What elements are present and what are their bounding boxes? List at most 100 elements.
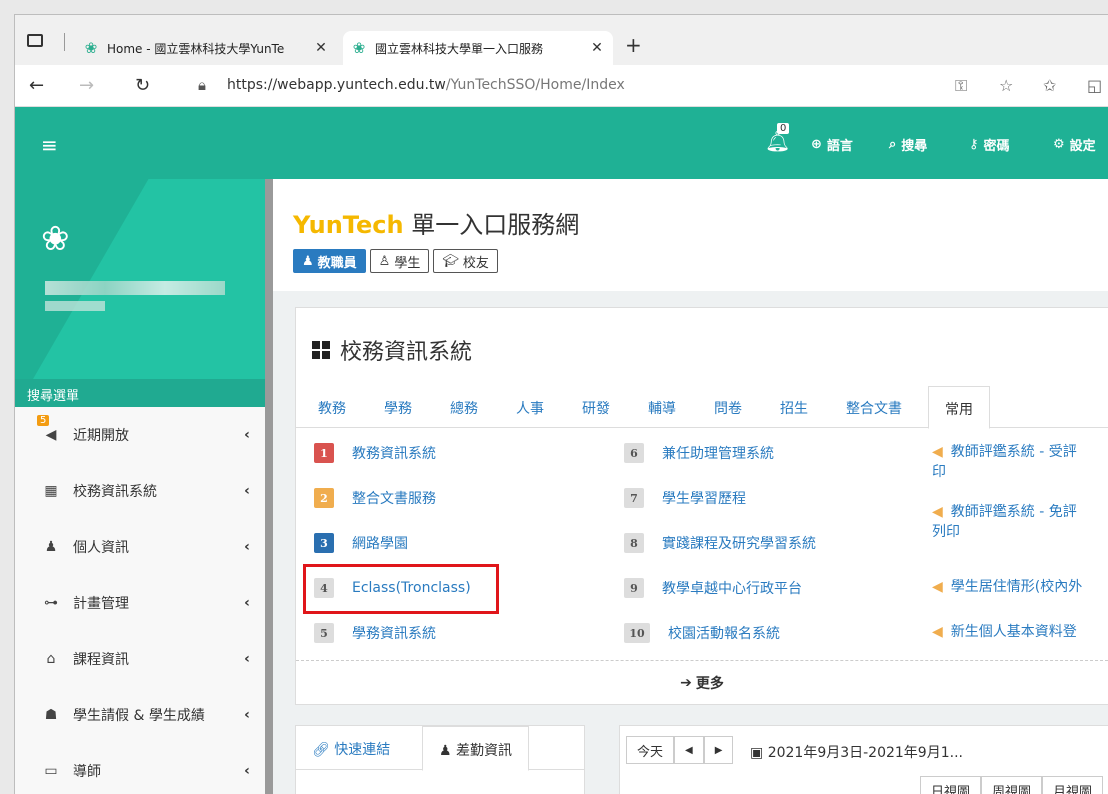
list-item[interactable]: 9 教學卓越中心行政平台	[624, 577, 802, 599]
system-link[interactable]: 學生學習歷程	[662, 488, 746, 508]
list-item[interactable]: 5 學務資訊系統	[314, 622, 436, 644]
refresh-icon[interactable]: ↻	[135, 75, 150, 96]
link-icon: 🔗︎	[312, 742, 335, 758]
windows-icon	[312, 341, 330, 359]
sidebar-item-campus-system[interactable]: ▦ 校務資訊系統 ‹	[15, 463, 265, 519]
month-view-button[interactable]: 月視圖	[1042, 776, 1104, 794]
tab-attendance[interactable]: ♟ 差勤資訊	[422, 726, 530, 771]
sidebar-item-projects[interactable]: ⊶ 計畫管理 ‹	[15, 575, 265, 631]
system-link[interactable]: 兼任助理管理系統	[662, 443, 774, 463]
chevron-left-icon: ‹	[244, 763, 250, 779]
sidebar-item-recent[interactable]: ◀ 5 近期開放 ‹	[15, 407, 265, 463]
notification-count: 0	[777, 123, 790, 134]
new-tab-icon[interactable]: +	[625, 33, 642, 57]
close-tab-icon[interactable]: ✕	[589, 40, 605, 56]
system-link[interactable]: 學務資訊系統	[352, 623, 436, 643]
role-switcher: ♟ 教職員 ♙ 學生 🎓︎ 校友	[293, 249, 498, 273]
menu-title[interactable]: 搜尋選單	[15, 379, 265, 407]
prev-button[interactable]: ◀	[674, 736, 704, 764]
yuntech-favicon-icon: ❀	[352, 39, 366, 57]
url-field[interactable]: https://webapp.yuntech.edu.tw/YunTechSSO…	[227, 77, 625, 93]
list-item[interactable]: 7 學生學習歷程	[624, 487, 746, 509]
windows-icon: ▦	[44, 483, 58, 499]
search-button[interactable]: ⌕ 搜尋	[889, 135, 927, 154]
more-label: 更多	[695, 675, 724, 692]
sidebar-item-personal[interactable]: ♟ 個人資訊 ‹	[15, 519, 265, 575]
list-item[interactable]: 2 整合文書服務	[314, 487, 436, 509]
user-profile: ❀	[15, 179, 265, 379]
browser-tab-sso[interactable]: ❀ 國立雲林科技大學單一入口服務 ✕	[343, 31, 613, 65]
chalkboard-icon: ▭	[44, 763, 58, 779]
browser-tab-home[interactable]: ❀ Home - 國立雲林科技大學YunTe ✕	[75, 31, 337, 65]
user-id-redacted	[45, 301, 105, 311]
user-icon: ♟	[302, 253, 314, 269]
menu-icon[interactable]: ≡	[41, 133, 58, 157]
password-button[interactable]: ⚷ 密碼	[969, 135, 1010, 154]
more-button[interactable]: ➔ 更多	[296, 660, 1108, 704]
role-label: 教職員	[317, 255, 357, 271]
item-number: 9	[624, 578, 644, 598]
sidebar-item-leave-grades[interactable]: ☗ 學生請假 & 學生成績 ‹	[15, 687, 265, 743]
forward-icon[interactable]: →	[79, 75, 94, 96]
tab-general-affairs[interactable]: 總務	[450, 398, 478, 418]
system-link[interactable]: 實踐課程及研究學習系統	[662, 533, 816, 553]
list-item[interactable]: 10 校園活動報名系統	[624, 622, 780, 644]
key-icon[interactable]: ⚿	[955, 76, 967, 96]
system-link[interactable]: 教務資訊系統	[352, 443, 436, 463]
tab-actions-icon[interactable]	[27, 34, 43, 47]
tab-survey[interactable]: 問卷	[714, 398, 742, 418]
tab-student-affairs[interactable]: 學務	[384, 398, 412, 418]
language-button[interactable]: ⊕ 語言	[811, 135, 853, 154]
tab-academic[interactable]: 教務	[318, 398, 346, 418]
close-tab-icon[interactable]: ✕	[313, 40, 329, 56]
back-icon[interactable]: ←	[29, 75, 44, 96]
add-favorite-icon[interactable]: ☆	[999, 76, 1013, 95]
app-root: ≡ 🔔︎ 0 ⊕ 語言 ⌕ 搜尋 ⚷ 密碼 ⚙ 設定 ❀ 搜尋選單 ◀ 5 近期開放 ‹ ▦…	[15, 107, 1108, 794]
favorites-icon[interactable]: ✩	[1043, 76, 1056, 95]
system-link[interactable]: 網路學園	[352, 533, 408, 553]
quick-links-tabs: 🔗︎ 快速連結 ♟ 差勤資訊	[296, 726, 584, 771]
tab-counseling[interactable]: 輔導	[648, 398, 676, 418]
announcement-link[interactable]: ◀ 學生居住情形(校內外	[932, 577, 1082, 597]
announcement-text: 印	[932, 464, 946, 480]
user-clock-icon: ♟	[439, 743, 457, 759]
next-button[interactable]: ▶	[703, 736, 734, 764]
system-link[interactable]: 整合文書服務	[352, 488, 436, 508]
settings-button[interactable]: ⚙ 設定	[1053, 135, 1096, 154]
page-title: YunTech 單一入口服務網	[293, 205, 579, 240]
sidebar-item-mentor[interactable]: ▭ 導師 ‹	[15, 743, 265, 794]
page-header: YunTech 單一入口服務網 ♟ 教職員 ♙ 學生 🎓︎ 校友	[273, 179, 1108, 291]
list-item[interactable]: 6 兼任助理管理系統	[624, 442, 774, 464]
system-link[interactable]: 校園活動報名系統	[668, 623, 780, 643]
tab-quick-links[interactable]: 🔗︎ 快速連結	[312, 739, 390, 759]
sidebar-item-label: 課程資訊	[73, 652, 129, 668]
lock-icon[interactable]: 🔒︎	[198, 76, 206, 94]
user-icon: ♟	[44, 539, 58, 555]
announcement-link[interactable]: ◀ 教師評鑑系統 - 免評 列印	[932, 502, 1077, 542]
highlight-box	[303, 564, 499, 614]
system-link[interactable]: 教學卓越中心行政平台	[662, 578, 802, 598]
role-student-button[interactable]: ♙ 學生	[369, 249, 430, 273]
chevron-left-icon: ‹	[244, 483, 250, 499]
panel-title: 校務資訊系統	[312, 334, 472, 366]
announcement-link[interactable]: ◀ 新生個人基本資料登	[932, 622, 1077, 642]
tab-personnel[interactable]: 人事	[516, 398, 544, 418]
tab-admissions[interactable]: 招生	[780, 398, 808, 418]
role-alumni-button[interactable]: 🎓︎ 校友	[433, 249, 498, 273]
week-view-button[interactable]: 周視圖	[981, 776, 1043, 794]
list-item[interactable]: 8 實踐課程及研究學習系統	[624, 532, 816, 554]
today-button[interactable]: 今天	[626, 736, 675, 764]
collections-icon[interactable]: ◱	[1087, 76, 1102, 95]
day-view-button[interactable]: 日視圖	[920, 776, 982, 794]
list-item[interactable]: 1 教務資訊系統	[314, 442, 436, 464]
tab-research[interactable]: 研發	[582, 398, 610, 418]
role-staff-button[interactable]: ♟ 教職員	[293, 249, 366, 273]
tab-common[interactable]: 常用	[928, 386, 990, 429]
bullhorn-icon: ◀	[932, 624, 943, 640]
notification-bell-icon[interactable]: 🔔︎ 0	[765, 123, 790, 153]
sidebar-item-courses[interactable]: ⌂ 課程資訊 ‹	[15, 631, 265, 687]
list-item[interactable]: 3 網路學園	[314, 532, 408, 554]
sidebar-scrollbar[interactable]	[265, 179, 273, 794]
announcement-link[interactable]: ◀ 教師評鑑系統 - 受評印	[932, 442, 1077, 482]
tab-documents[interactable]: 整合文書	[846, 398, 902, 418]
